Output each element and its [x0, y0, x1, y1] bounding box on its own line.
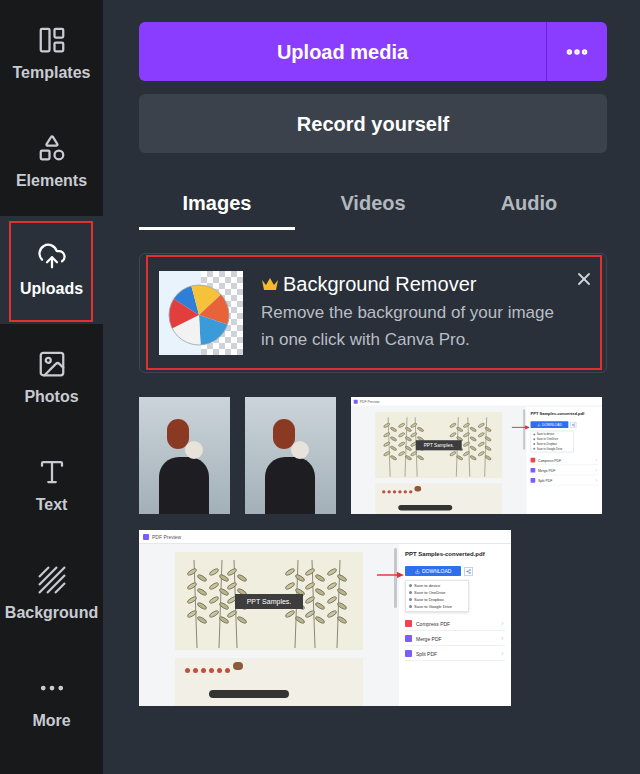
scrollbar[interactable]: [523, 409, 525, 450]
viewer-toolbar[interactable]: [398, 505, 452, 510]
upload-cloud-icon: [37, 241, 67, 271]
app-bar: PDF Preview: [139, 530, 511, 544]
sidebar-item[interactable]: Text: [0, 432, 103, 540]
tab[interactable]: Images: [139, 179, 295, 230]
sidebar-item[interactable]: Photos: [0, 324, 103, 432]
save-menu: Save to device Save to OneDrive Save to Dr…: [405, 580, 469, 612]
slide-label: PPT Samples.: [416, 440, 462, 450]
annotation-arrow-icon: [377, 571, 405, 579]
close-button[interactable]: [574, 269, 594, 289]
save-option[interactable]: Save to device: [533, 433, 571, 436]
document-thumbnail[interactable]: PDF Preview PPT Samples. PPT Samples-conve…: [351, 397, 602, 514]
download-button[interactable]: DOWNLOAD: [531, 421, 569, 428]
tool-icon: [405, 620, 412, 627]
highlight-box: [9, 221, 93, 322]
slide: PPT Samples.: [375, 412, 502, 478]
text-icon: [37, 457, 67, 487]
file-panel: PPT Samples-converted.pdfDOWNLOADSave to…: [399, 544, 511, 706]
share-icon: [466, 569, 471, 574]
tool-icon: [405, 650, 412, 657]
crown-icon: [261, 277, 279, 291]
tab[interactable]: Videos: [295, 179, 451, 230]
tool-row[interactable]: Compress PDF: [531, 458, 599, 465]
save-option[interactable]: Save to OneDrive: [533, 438, 571, 441]
sidebar: TemplatesElementsUploadsPhotosTextBackgr…: [0, 0, 103, 774]
tool-row[interactable]: Merge PDF: [405, 635, 505, 646]
app: TemplatesElementsUploadsPhotosTextBackgr…: [0, 0, 640, 774]
save-option[interactable]: Save to Google Drive: [533, 447, 571, 450]
more-options-button[interactable]: [546, 22, 607, 81]
sidebar-item[interactable]: Background: [0, 540, 103, 648]
elements-icon: [37, 133, 67, 163]
sidebar-item[interactable]: More: [0, 648, 103, 756]
uploads-panel: Upload media Record yourself ImagesVideosA…: [103, 0, 640, 774]
file-panel: PPT Samples-converted.pdfDOWNLOADSave to…: [527, 406, 603, 514]
save-option[interactable]: Save to Dropbox: [409, 597, 465, 602]
templates-icon: [37, 25, 67, 55]
beach-ball-icon: [159, 271, 243, 355]
chevron-icon: [500, 636, 505, 641]
tool-row[interactable]: Split PDF: [531, 478, 599, 485]
photo-thumbnail[interactable]: [139, 397, 230, 514]
chevron-icon: [595, 458, 598, 461]
more-icon: [37, 673, 67, 703]
chevron-icon: [500, 621, 505, 626]
tool-icon: [531, 468, 536, 473]
annotation-arrow-icon: [512, 425, 531, 430]
app-logo-icon: [354, 399, 358, 403]
slide-label: PPT Samples.: [235, 594, 304, 609]
upload-media-button[interactable]: Upload media: [139, 22, 607, 81]
chevron-icon: [595, 479, 598, 482]
download-icon: [537, 423, 540, 426]
sidebar-item[interactable]: Uploads: [0, 216, 103, 324]
highlight-box: [146, 255, 602, 370]
app-bar: PDF Preview: [351, 397, 602, 406]
tool-row[interactable]: Split PDF: [405, 650, 505, 661]
app-logo-icon: [143, 534, 149, 540]
pdf-viewer: PPT Samples.: [351, 406, 527, 514]
save-menu: Save to device Save to OneDriveSave to Dr…: [531, 431, 574, 453]
save-option[interactable]: Save to device: [409, 583, 465, 588]
tool-row[interactable]: Merge PDF: [531, 468, 599, 475]
photos-icon: [37, 349, 67, 379]
document-screenshot[interactable]: PDF Preview PPT Samples. PPT Samples-conve…: [139, 530, 511, 706]
uploads-grid: PDF Preview PPT Samples. PPT Samples-conve…: [139, 397, 607, 706]
slide: PPT Samples.: [175, 552, 363, 650]
share-button[interactable]: [464, 567, 473, 576]
scrollbar[interactable]: [394, 548, 397, 608]
media-tabs: ImagesVideosAudio: [139, 179, 607, 230]
save-option[interactable]: Save to Dropbox: [533, 442, 571, 445]
sidebar-item[interactable]: Templates: [0, 0, 103, 108]
sidebar-item[interactable]: Elements: [0, 108, 103, 216]
tool-icon: [405, 635, 412, 642]
close-icon: [574, 269, 594, 289]
slide: [175, 658, 363, 706]
document-screenshot[interactable]: PDF Preview PPT Samples. PPT Samples-conve…: [351, 397, 602, 514]
photo-thumbnail[interactable]: [245, 397, 336, 514]
record-yourself-button[interactable]: Record yourself: [139, 94, 607, 153]
tool-icon: [531, 458, 536, 463]
tool-row[interactable]: Compress PDF: [405, 620, 505, 631]
download-icon: [415, 569, 420, 574]
tab[interactable]: Audio: [451, 179, 607, 230]
share-icon: [572, 423, 575, 426]
share-button[interactable]: [571, 422, 577, 428]
background-icon: [37, 565, 67, 595]
chevron-icon: [500, 651, 505, 656]
ellipsis-icon: [564, 39, 590, 65]
download-button[interactable]: DOWNLOAD: [405, 566, 461, 576]
tool-icon: [531, 478, 536, 483]
save-option[interactable]: Save to Google Drive: [409, 604, 465, 609]
save-option[interactable]: Save to OneDrive: [409, 590, 465, 595]
pdf-viewer: PPT Samples.: [139, 544, 399, 706]
viewer-toolbar[interactable]: [209, 690, 289, 698]
background-remover-card[interactable]: Background RemoverRemove the background …: [139, 253, 607, 373]
chevron-icon: [595, 469, 598, 472]
